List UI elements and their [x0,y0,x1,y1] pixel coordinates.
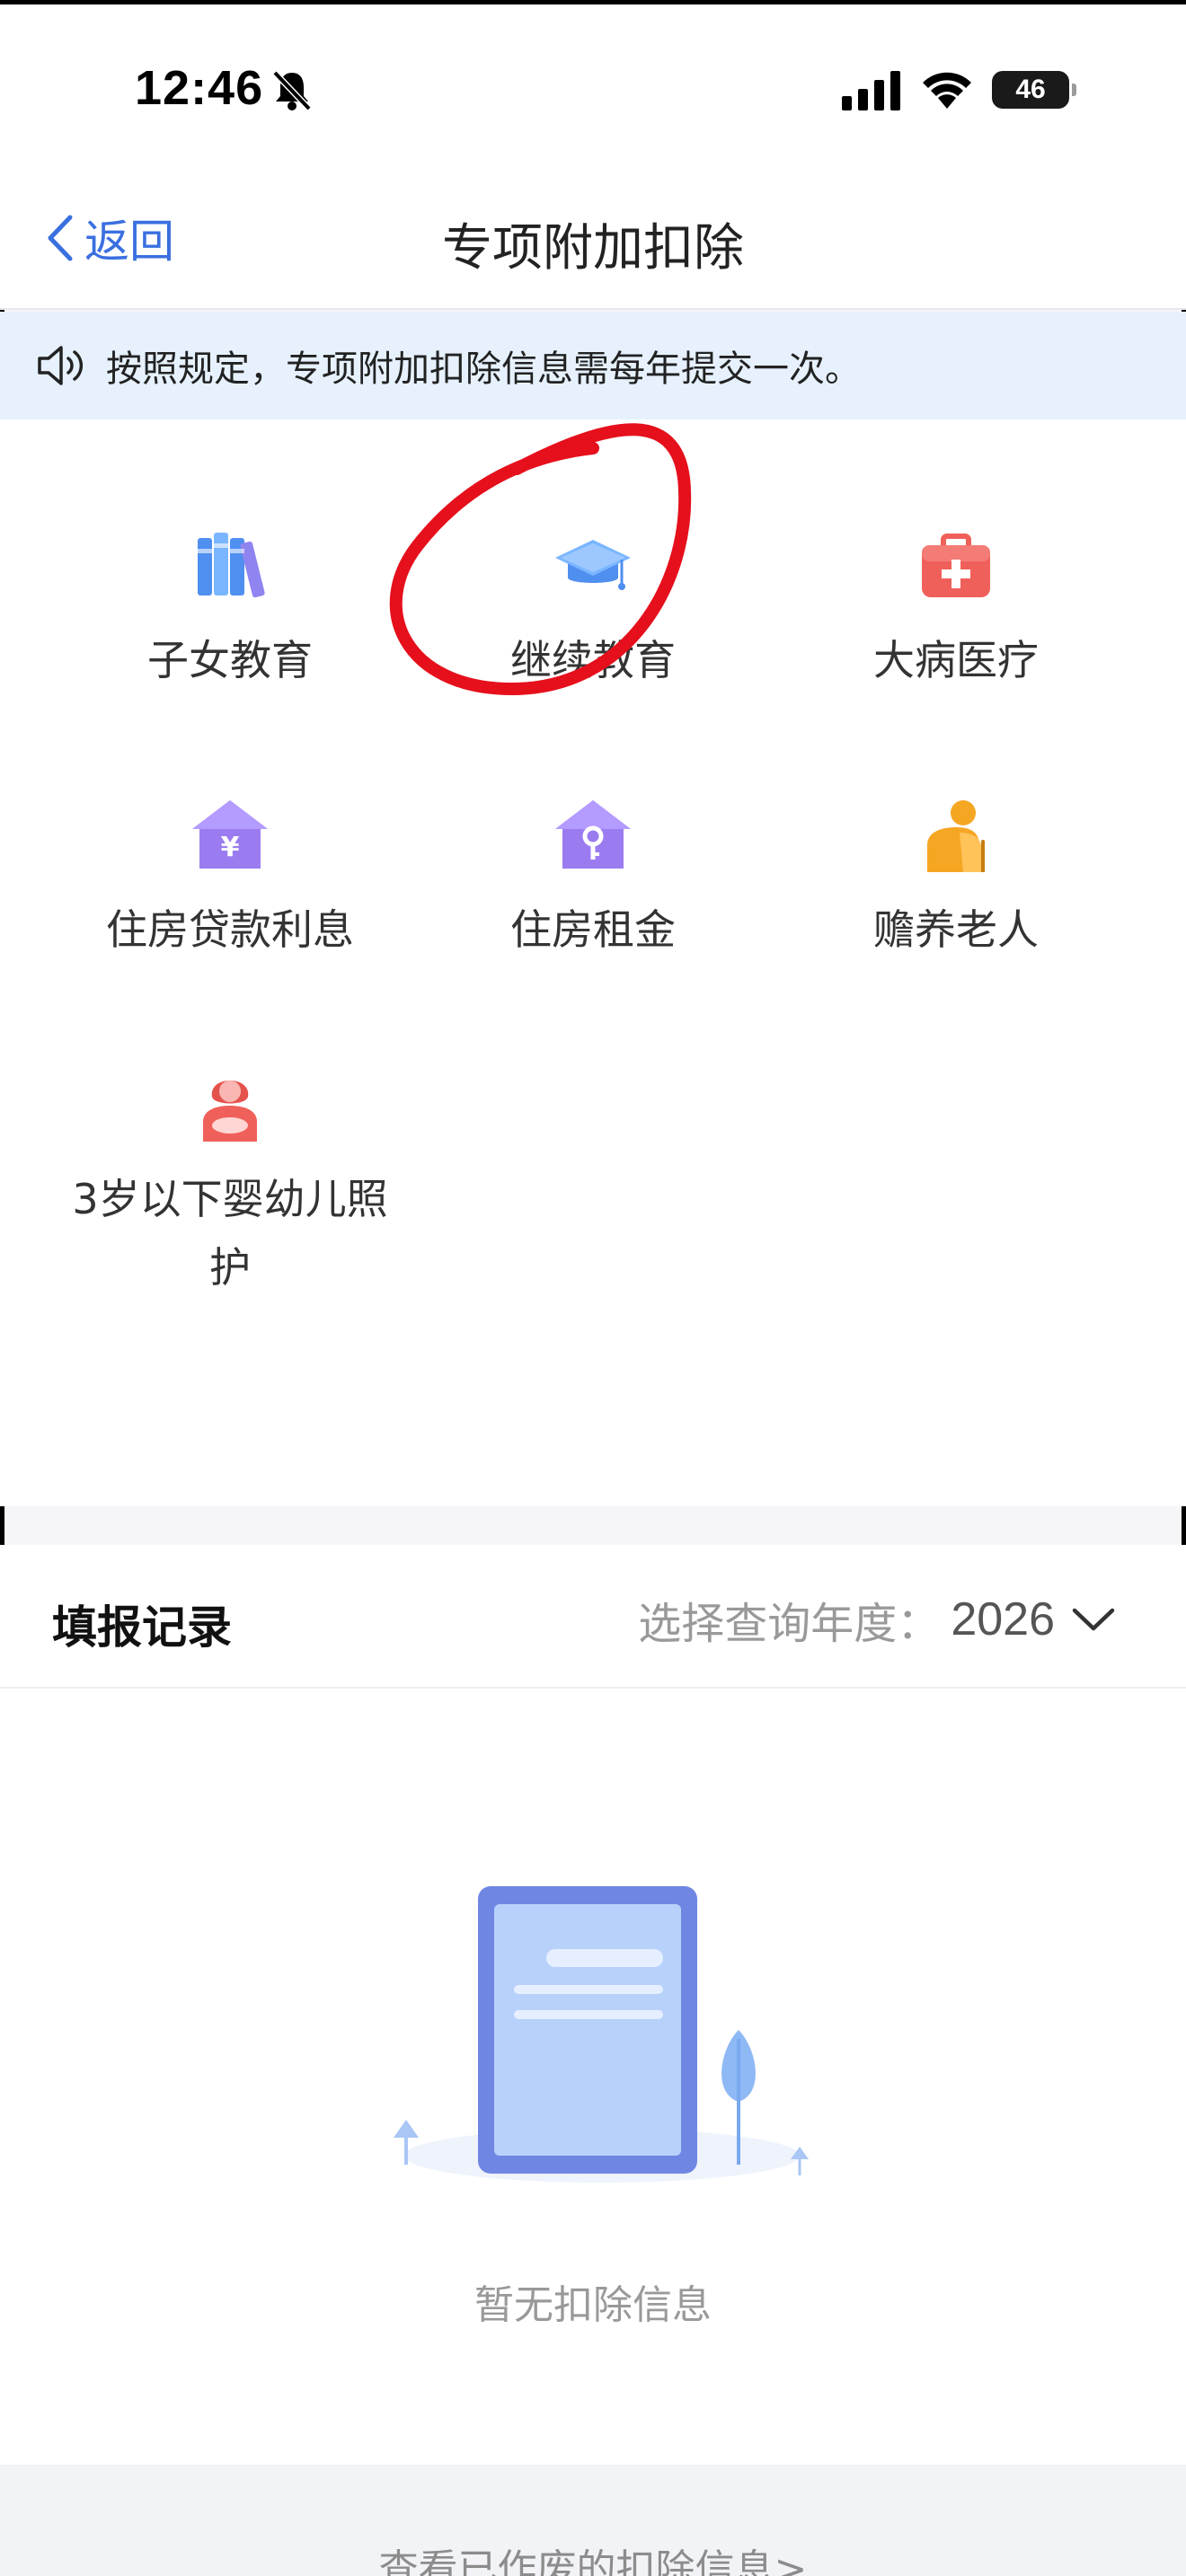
deduction-item-elderly-support[interactable]: 赡养老人 [758,797,1154,964]
deduction-label: 住房贷款利息 [106,905,354,954]
notice-text: 按照规定，专项附加扣除信息需每年提交一次。 [106,348,861,390]
chevron-down-icon [1072,1608,1115,1631]
deduction-item-housing-rent[interactable]: 住房租金 [395,797,791,964]
deduction-item-continuing-education[interactable]: 继续教育 [395,527,791,694]
deduction-label: 子女教育 [147,636,313,684]
elderly-person-icon [927,800,985,872]
status-time: 12:46 [135,61,264,115]
nav-bar: 返回 专项附加扣除 [0,166,1186,310]
records-section: 填报记录 选择查询年度： 2026 暂无扣除信息 [0,1545,1186,2465]
house-key-icon [555,800,631,869]
year-selector-value: 2026 [951,1593,1055,1645]
year-selector[interactable]: 选择查询年度： 2026 [638,1588,1116,1651]
notice-banner: 按照规定，专项附加扣除信息需每年提交一次。 [0,312,1186,419]
wifi-icon [923,72,971,109]
medical-kit-icon [922,534,990,597]
deduction-label: 住房租金 [510,905,676,954]
deduction-label: 3岁以下婴幼儿照护 [72,1175,388,1292]
mother-baby-icon [203,1081,257,1142]
signal-icon [842,71,900,110]
page-title: 专项附加扣除 [442,219,744,278]
speaker-icon [38,346,84,385]
year-selector-label: 选择查询年度： [638,1599,941,1649]
empty-state-text: 暂无扣除信息 [474,2282,712,2328]
battery-icon: 46 [992,71,1076,109]
house-yuan-icon: ¥ [192,800,268,869]
status-bar: 12:46 46 [0,4,1186,166]
graduation-cap-icon [555,540,631,590]
deduction-label: 赡养老人 [873,905,1039,954]
deduction-label: 继续教育 [510,636,676,684]
deduction-label: 大病医疗 [873,636,1039,684]
empty-document-illustration [394,1886,809,2183]
books-icon [198,533,265,598]
deduction-item-infant-care[interactable]: 3岁以下婴幼儿照护 [32,1066,428,1301]
records-header: 填报记录 选择查询年度： 2026 [0,1545,1186,1689]
deduction-grid: 子女教育 继续教育 大病医疗 ¥ 住房贷款利息 住房租金 赡养老人 3岁以下婴幼… [0,419,1186,1506]
deduction-item-mortgage-interest[interactable]: ¥ 住房贷款利息 [32,797,428,964]
svg-text:¥: ¥ [221,832,240,863]
records-title: 填报记录 [52,1601,232,1654]
deduction-item-serious-illness[interactable]: 大病医疗 [758,527,1154,694]
deduction-item-child-education[interactable]: 子女教育 [32,527,428,694]
void-deductions-link[interactable]: 查看已作废的扣除信息> [0,2536,1186,2576]
footer-strip: 查看已作废的扣除信息> [0,2465,1186,2576]
bell-off-icon [272,70,312,111]
